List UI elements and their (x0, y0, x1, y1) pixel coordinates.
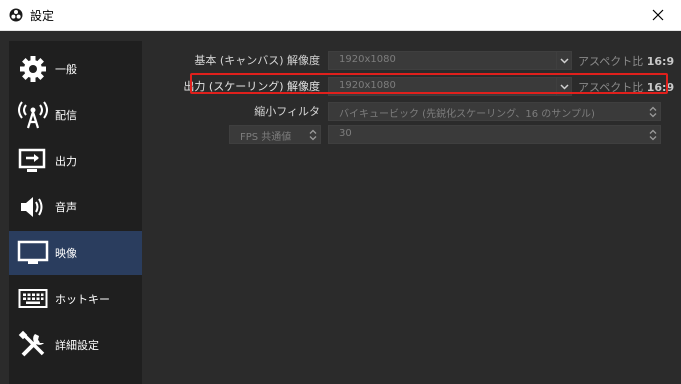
speaker-icon (15, 191, 51, 223)
output-icon (15, 145, 51, 177)
sidebar-item-label: 出力 (55, 155, 77, 168)
settings-sidebar: 一般 配信 出力 音声 映像 ホットキー 詳細設定 (9, 41, 142, 384)
obs-logo-icon (9, 8, 23, 22)
select-spinner-icon (306, 126, 320, 143)
base-aspect-ratio: アスペクト比 16:9 (578, 55, 675, 68)
sidebar-item-video[interactable]: 映像 (9, 231, 142, 275)
chevron-down-icon (559, 57, 569, 64)
output-resolution-highlight (190, 73, 668, 94)
window-title: 設定 (30, 9, 55, 23)
base-resolution-input[interactable]: 1920x1080 (328, 51, 557, 70)
tools-icon (15, 329, 51, 361)
sidebar-item-label: 音声 (55, 201, 77, 214)
base-resolution-dropdown[interactable] (556, 51, 572, 70)
downscale-filter-select[interactable]: バイキュービック (先鋭化スケーリング、16 のサンプル) (328, 102, 661, 121)
sidebar-item-audio[interactable]: 音声 (9, 185, 142, 229)
sidebar-item-advanced[interactable]: 詳細設定 (9, 323, 142, 367)
sidebar-item-label: 詳細設定 (55, 339, 99, 352)
close-icon (652, 9, 664, 21)
sidebar-item-stream[interactable]: 配信 (9, 93, 142, 137)
sidebar-item-output[interactable]: 出力 (9, 139, 142, 183)
keyboard-icon (15, 283, 51, 315)
antenna-icon (15, 99, 51, 131)
sidebar-item-label: 一般 (55, 63, 77, 76)
sidebar-item-label: ホットキー (55, 293, 110, 306)
fps-type-select[interactable]: FPS 共通値 (229, 125, 321, 144)
sidebar-item-label: 映像 (55, 247, 77, 260)
gear-icon (15, 53, 51, 85)
sidebar-item-hotkeys[interactable]: ホットキー (9, 277, 142, 321)
title-bar: 設定 (0, 0, 681, 31)
sidebar-item-label: 配信 (55, 109, 77, 122)
close-button[interactable] (635, 0, 681, 30)
select-spinner-icon (646, 103, 660, 120)
monitor-icon (15, 237, 51, 269)
sidebar-item-general[interactable]: 一般 (9, 47, 142, 91)
select-spinner-icon (646, 126, 660, 143)
fps-value-select[interactable]: 30 (328, 125, 661, 144)
downscale-filter-label: 縮小フィルタ (254, 105, 320, 118)
base-resolution-label: 基本 (キャンバス) 解像度 (194, 54, 320, 67)
